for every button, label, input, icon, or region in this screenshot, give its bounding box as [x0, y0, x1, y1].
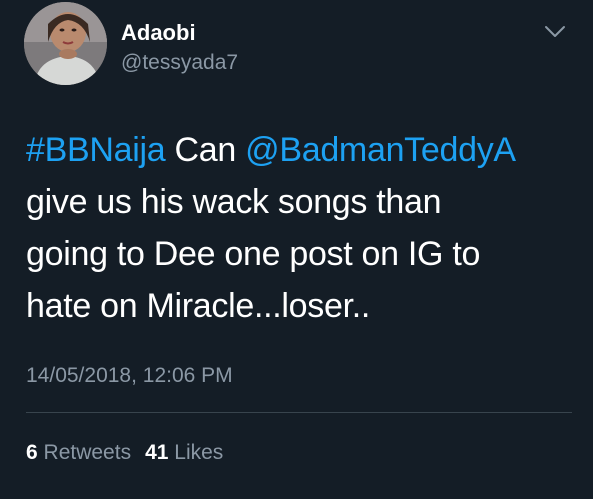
likes-count: 41	[145, 441, 169, 464]
retweets-stat[interactable]: 6 Retweets	[26, 441, 131, 464]
tweet-timestamp: 14/05/2018, 12:06 PM	[26, 364, 233, 387]
tweet-line-3: going to Dee one post on IG to	[26, 235, 481, 273]
user-avatar[interactable]	[24, 2, 107, 85]
retweets-count: 6	[26, 441, 38, 464]
mention-link[interactable]: @BadmanTeddyA	[245, 131, 516, 169]
hashtag-link[interactable]: #BBNaija	[26, 131, 166, 169]
divider	[26, 412, 572, 413]
display-name[interactable]: Adaobi	[121, 20, 196, 46]
tweet-text: #BBNaija Can @BadmanTeddyA give us his w…	[26, 124, 571, 332]
tweet-text-segment: Can	[165, 131, 246, 169]
tweet-stats: 6 Retweets 41 Likes	[26, 441, 223, 465]
avatar-photo-icon	[24, 2, 107, 85]
tweet-line-1: #BBNaija Can @BadmanTeddyA	[26, 124, 571, 176]
user-handle[interactable]: @tessyada7	[121, 51, 238, 75]
tweet-line-2: give us his wack songs than	[26, 183, 442, 221]
tweet-line-4: hate on Miracle...loser..	[26, 287, 371, 325]
tweet-card: Adaobi @tessyada7 #BBNaija Can @BadmanTe…	[0, 0, 593, 499]
retweets-label: Retweets	[43, 441, 132, 464]
likes-label: Likes	[174, 441, 224, 464]
likes-stat[interactable]: 41 Likes	[145, 441, 223, 464]
chevron-down-icon[interactable]	[543, 24, 567, 40]
